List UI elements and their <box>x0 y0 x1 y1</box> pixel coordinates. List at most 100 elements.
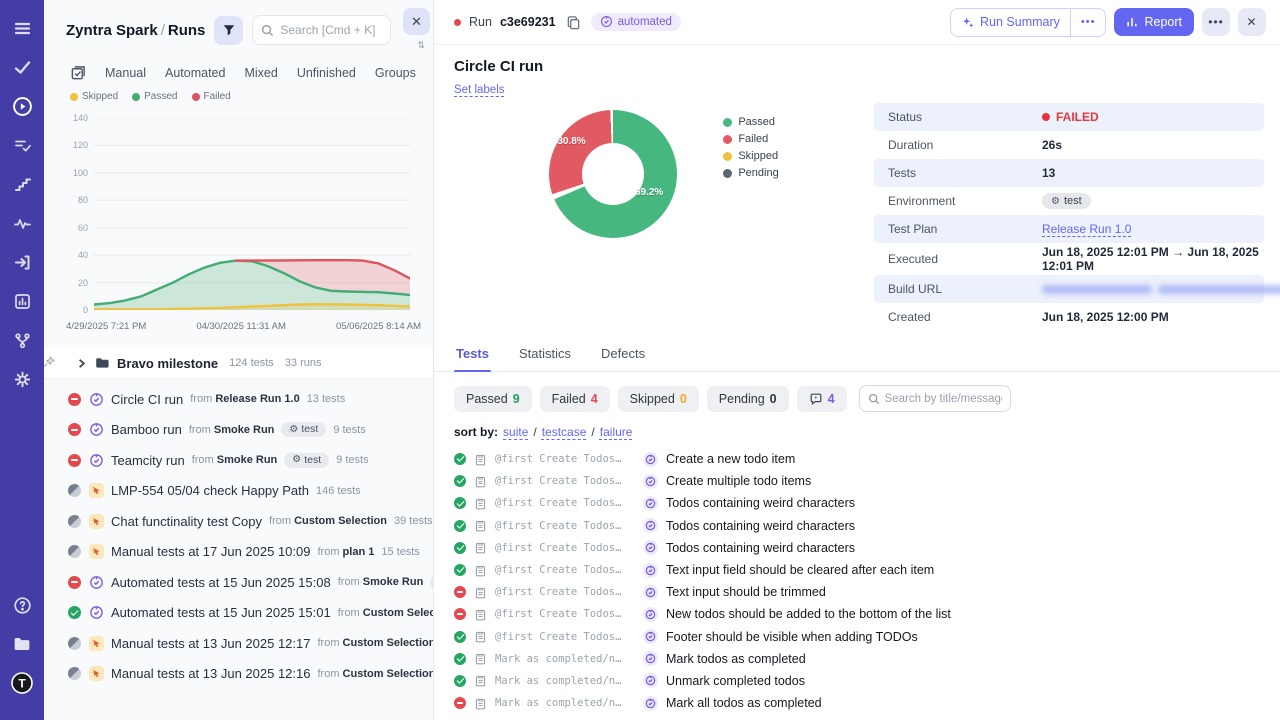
run-name[interactable]: Manual tests at 13 Jun 2025 12:16 <box>111 666 310 681</box>
test-suite-name[interactable]: @first Create Todos… <box>495 564 635 576</box>
test-row[interactable]: @first Create Todos… Footer should be vi… <box>454 626 1272 648</box>
runs-tab[interactable]: Mixed <box>244 66 277 80</box>
test-suite-name[interactable]: @first Create Todos… <box>495 542 635 554</box>
copy-run-id-button[interactable] <box>564 13 583 32</box>
help-icon[interactable] <box>8 591 36 619</box>
sort-by-testcase[interactable]: testcase <box>542 425 587 439</box>
run-name[interactable]: LMP-554 05/04 check Happy Path <box>111 483 309 498</box>
test-suite-name[interactable]: @first Create Todos… <box>495 631 635 643</box>
milestone-name[interactable]: Bravo milestone <box>117 356 218 371</box>
select-all-icon[interactable] <box>70 65 86 81</box>
runs-search-input[interactable] <box>280 23 382 37</box>
check-icon[interactable] <box>8 53 36 81</box>
play-circle-icon[interactable] <box>8 92 36 120</box>
sign-in-icon[interactable] <box>8 248 36 276</box>
run-list-item[interactable]: Manual tests at 13 Jun 2025 12:17 from C… <box>44 628 433 659</box>
run-list-item[interactable]: Bamboo run from Smoke Run ⚙test 9 tests <box>44 415 433 446</box>
logo-t[interactable]: T <box>8 669 36 697</box>
activity-icon[interactable] <box>8 209 36 237</box>
test-row[interactable]: @first Create Todos… Text input field sh… <box>454 559 1272 581</box>
run-detail-tab[interactable]: Statistics <box>517 346 573 371</box>
run-name[interactable]: Automated tests at 15 Jun 2025 15:08 <box>111 575 331 590</box>
test-filter-chip[interactable]: Failed 4 <box>540 386 610 412</box>
run-list-item[interactable]: Teamcity run from Smoke Run ⚙test 9 test… <box>44 445 433 476</box>
run-name[interactable]: Automated tests at 15 Jun 2025 15:01 <box>111 605 331 620</box>
test-plan-link[interactable]: Release Run 1.0 <box>1042 222 1131 236</box>
milestone-group-row[interactable]: Bravo milestone 124 tests 33 runs <box>44 348 433 378</box>
run-list-item[interactable]: Automated tests at 15 Jun 2025 15:01 fro… <box>44 598 433 629</box>
run-list-item[interactable]: Chat functinality test Copy from Custom … <box>44 506 433 537</box>
list-check-icon[interactable] <box>8 131 36 159</box>
pin-icon[interactable] <box>44 355 56 369</box>
breadcrumb-project[interactable]: Zyntra Spark <box>66 22 158 39</box>
filter-button[interactable] <box>214 16 243 45</box>
run-list-item[interactable]: Manual tests at 13 Jun 2025 12:16 from C… <box>44 659 433 690</box>
close-run-button[interactable]: ✕ <box>1238 8 1266 36</box>
test-title[interactable]: Text input should be trimmed <box>666 585 826 599</box>
test-title[interactable]: Mark todos as completed <box>666 652 806 666</box>
projects-folder-icon[interactable] <box>8 630 36 658</box>
run-name[interactable]: Chat functinality test Copy <box>111 514 262 529</box>
test-title[interactable]: Todos containing weird characters <box>666 496 855 510</box>
runs-tab[interactable]: Manual <box>105 66 146 80</box>
test-suite-name[interactable]: @first Create Todos… <box>495 608 635 620</box>
test-suite-name[interactable]: Mark as completed/n… <box>495 675 635 687</box>
run-name[interactable]: Bamboo run <box>111 422 182 437</box>
redacted-build-url[interactable] <box>1042 285 1280 294</box>
run-name[interactable]: Circle CI run <box>111 392 183 407</box>
runs-tab[interactable]: Groups <box>375 66 416 80</box>
test-suite-name[interactable]: Mark as completed/n… <box>495 653 635 665</box>
run-summary-main[interactable]: Run Summary <box>951 9 1070 36</box>
test-suite-name[interactable]: Mark as completed/n… <box>495 697 635 709</box>
sort-arrows-icon[interactable]: ⇅ <box>417 40 424 51</box>
test-row[interactable]: @first Create Todos… Todos containing we… <box>454 537 1272 559</box>
test-row[interactable]: @first Create Todos… Create a new todo i… <box>454 448 1272 470</box>
test-row[interactable]: Mark as completed/n… Mark all todos as c… <box>454 692 1272 714</box>
test-filter-chip[interactable]: Pending 0 <box>707 386 789 412</box>
sort-by-failure[interactable]: failure <box>600 425 633 439</box>
test-row[interactable]: @first Create Todos… Text input should b… <box>454 581 1272 603</box>
test-row[interactable]: @first Create Todos… Todos containing we… <box>454 515 1272 537</box>
test-suite-name[interactable]: @first Create Todos… <box>495 497 635 509</box>
report-button[interactable]: Report <box>1114 8 1194 36</box>
run-name[interactable]: Manual tests at 13 Jun 2025 12:17 <box>111 636 310 651</box>
run-list-item[interactable]: Automated tests at 15 Jun 2025 15:08 fro… <box>44 567 433 598</box>
test-filter-chip[interactable]: Skipped 0 <box>618 386 699 412</box>
test-title[interactable]: Todos containing weird characters <box>666 541 855 555</box>
test-title[interactable]: Footer should be visible when adding TOD… <box>666 630 918 644</box>
tests-search-input[interactable] <box>885 393 1002 405</box>
steps-icon[interactable] <box>8 170 36 198</box>
runs-tab[interactable]: Unfinished <box>297 66 356 80</box>
automated-badge[interactable]: automated <box>591 13 681 31</box>
run-name[interactable]: Manual tests at 17 Jun 2025 10:09 <box>111 544 310 559</box>
test-row[interactable]: @first Create Todos… Todos containing we… <box>454 492 1272 514</box>
test-row[interactable]: @first Create Todos… New todos should be… <box>454 603 1272 625</box>
menu-icon[interactable] <box>8 14 36 42</box>
runs-tab[interactable]: Automated <box>165 66 225 80</box>
run-list-item[interactable]: LMP-554 05/04 check Happy Path 146 tests <box>44 476 433 507</box>
test-row[interactable]: @first Create Todos… Create multiple tod… <box>454 470 1272 492</box>
more-actions-button[interactable]: ••• <box>1202 8 1230 36</box>
test-title[interactable]: Text input field should be cleared after… <box>666 563 934 577</box>
run-detail-tab[interactable]: Defects <box>599 346 647 371</box>
branch-icon[interactable] <box>8 326 36 354</box>
test-title[interactable]: Todos containing weird characters <box>666 519 855 533</box>
test-suite-name[interactable]: @first Create Todos… <box>495 586 635 598</box>
sort-by-suite[interactable]: suite <box>503 425 528 439</box>
close-panel-button[interactable]: ✕ <box>403 8 430 35</box>
test-title[interactable]: Unmark completed todos <box>666 674 805 688</box>
test-title[interactable]: New todos should be added to the bottom … <box>666 607 951 621</box>
test-row[interactable]: Mark as completed/n… Mark todos as compl… <box>454 648 1272 670</box>
test-suite-name[interactable]: @first Create Todos… <box>495 475 635 487</box>
test-filter-chip[interactable]: Passed 9 <box>454 386 532 412</box>
test-suite-name[interactable]: @first Create Todos… <box>495 453 635 465</box>
test-title[interactable]: Create a new todo item <box>666 452 795 466</box>
run-summary-button[interactable]: Run Summary ••• <box>950 8 1106 37</box>
test-title[interactable]: Create multiple todo items <box>666 474 811 488</box>
chevron-right-icon[interactable] <box>76 358 87 369</box>
run-summary-more-button[interactable]: ••• <box>1070 9 1106 36</box>
run-detail-tab[interactable]: Tests <box>454 346 491 371</box>
test-filter-chip[interactable]: 4 <box>797 386 847 412</box>
gear-icon[interactable] <box>8 365 36 393</box>
set-labels-link[interactable]: Set labels <box>454 84 1280 96</box>
